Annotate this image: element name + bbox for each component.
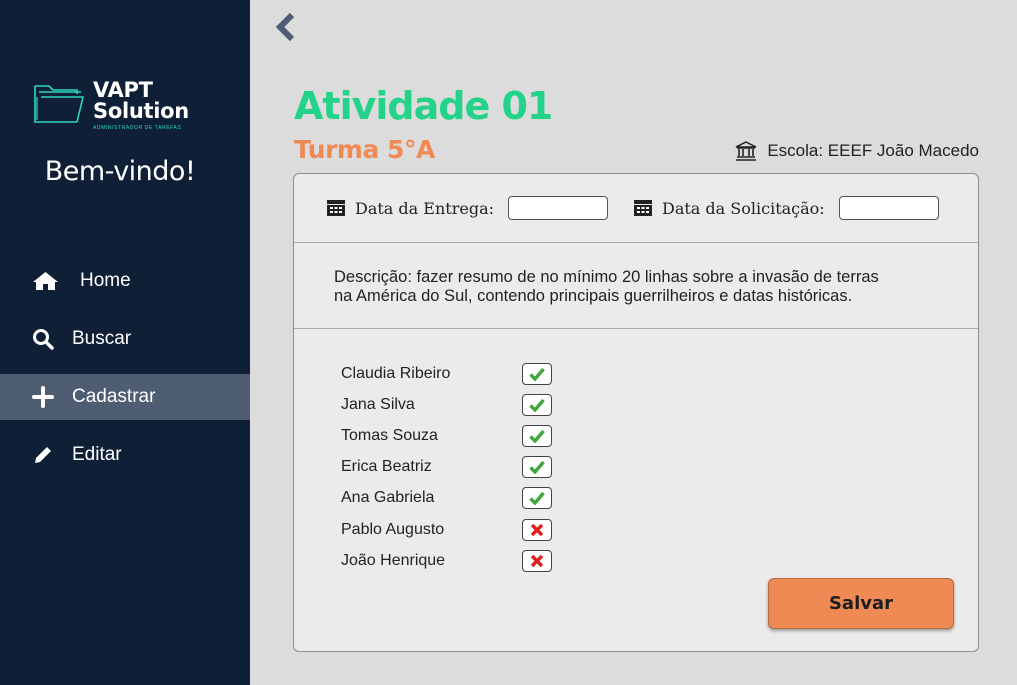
calendar-icon xyxy=(327,200,345,216)
sidebar-nav: Home Buscar Cadastrar Editar xyxy=(0,258,250,490)
status-checkbox[interactable] xyxy=(522,456,552,479)
school-name: Escola: EEEF João Macedo xyxy=(767,141,979,160)
entrega-group: Data da Entrega: xyxy=(327,196,608,220)
sidebar-item-home[interactable]: Home xyxy=(0,258,250,304)
student-name: Claudia Ribeiro xyxy=(341,364,451,382)
dates-row: Data da Entrega: Data da Solicitação: xyxy=(294,174,978,243)
school-building-icon xyxy=(735,141,757,161)
school-label: Escola: EEEF João Macedo xyxy=(735,141,979,161)
logo-subtitle: ADMINISTRADOR DE TAREFAS xyxy=(93,125,182,131)
checkmark-icon xyxy=(529,492,545,506)
pencil-icon xyxy=(32,444,60,466)
sidebar-item-cadastrar[interactable]: Cadastrar xyxy=(0,374,250,420)
sidebar-item-buscar[interactable]: Buscar xyxy=(0,316,250,362)
class-title: Turma 5°A xyxy=(294,135,435,164)
logo-name-line1: VAPT xyxy=(93,78,153,102)
back-button[interactable] xyxy=(274,12,300,42)
status-checkbox[interactable] xyxy=(522,362,552,385)
entrega-date-field[interactable] xyxy=(508,196,608,220)
checkmark-icon xyxy=(529,461,545,475)
list-item: João Henrique xyxy=(341,545,552,576)
sidebar-item-label: Editar xyxy=(72,444,122,465)
cross-icon xyxy=(530,554,544,567)
description-line: Descrição: fazer resumo de no mínimo 20 … xyxy=(334,268,879,286)
solicitacao-date-field[interactable] xyxy=(838,196,939,220)
student-name: Pablo Augusto xyxy=(341,520,445,538)
plus-icon xyxy=(32,386,60,408)
sidebar-item-editar[interactable]: Editar xyxy=(0,432,250,478)
list-item: Tomas Souza xyxy=(341,420,552,451)
status-checkbox[interactable] xyxy=(522,424,552,447)
list-item: Claudia Ribeiro xyxy=(341,358,552,389)
student-name: Ana Gabriela xyxy=(341,489,435,507)
solicitacao-label: Data da Solicitação: xyxy=(662,198,825,218)
status-checkbox[interactable] xyxy=(522,518,552,541)
chevron-left-icon xyxy=(275,12,295,42)
checkmark-icon xyxy=(529,398,545,412)
logo-name-line2: Solution xyxy=(93,99,189,123)
home-icon xyxy=(32,270,60,292)
welcome-text: Bem-vindo! xyxy=(44,156,196,187)
search-icon xyxy=(32,328,60,350)
student-name: Tomas Souza xyxy=(341,426,438,444)
student-name: Erica Beatriz xyxy=(341,458,432,476)
status-checkbox[interactable] xyxy=(522,393,552,416)
folder-icon xyxy=(34,85,85,123)
sidebar-item-label: Cadastrar xyxy=(72,386,156,407)
page-title: Atividade 01 xyxy=(294,84,553,128)
activity-card: Data da Entrega: Data da Solicitação: De… xyxy=(293,173,979,652)
student-name: João Henrique xyxy=(341,551,446,569)
student-list: Claudia Ribeiro Jana Silva Tomas Souza E… xyxy=(341,358,552,576)
list-item: Ana Gabriela xyxy=(341,483,552,514)
checkmark-icon xyxy=(529,429,545,443)
entrega-label: Data da Entrega: xyxy=(355,198,494,218)
status-checkbox[interactable] xyxy=(522,549,552,572)
sidebar-item-label: Home xyxy=(80,270,131,291)
calendar-icon xyxy=(634,200,652,216)
student-name: Jana Silva xyxy=(341,395,415,413)
list-item: Jana Silva xyxy=(341,389,552,420)
solicitacao-group: Data da Solicitação: xyxy=(634,196,939,220)
cross-icon xyxy=(530,523,544,536)
save-button[interactable]: Salvar xyxy=(768,578,954,629)
list-item: Erica Beatriz xyxy=(341,452,552,483)
checkmark-icon xyxy=(529,367,545,381)
description: Descrição: fazer resumo de no mínimo 20 … xyxy=(294,243,978,329)
sidebar-item-label: Buscar xyxy=(72,328,132,349)
list-item: Pablo Augusto xyxy=(341,514,552,545)
logo: VAPT Solution ADMINISTRADOR DE TAREFAS xyxy=(33,80,189,131)
description-line: na América do Sul, contendo principais g… xyxy=(334,287,853,305)
sidebar: VAPT Solution ADMINISTRADOR DE TAREFAS B… xyxy=(0,0,250,685)
status-checkbox[interactable] xyxy=(522,487,552,510)
